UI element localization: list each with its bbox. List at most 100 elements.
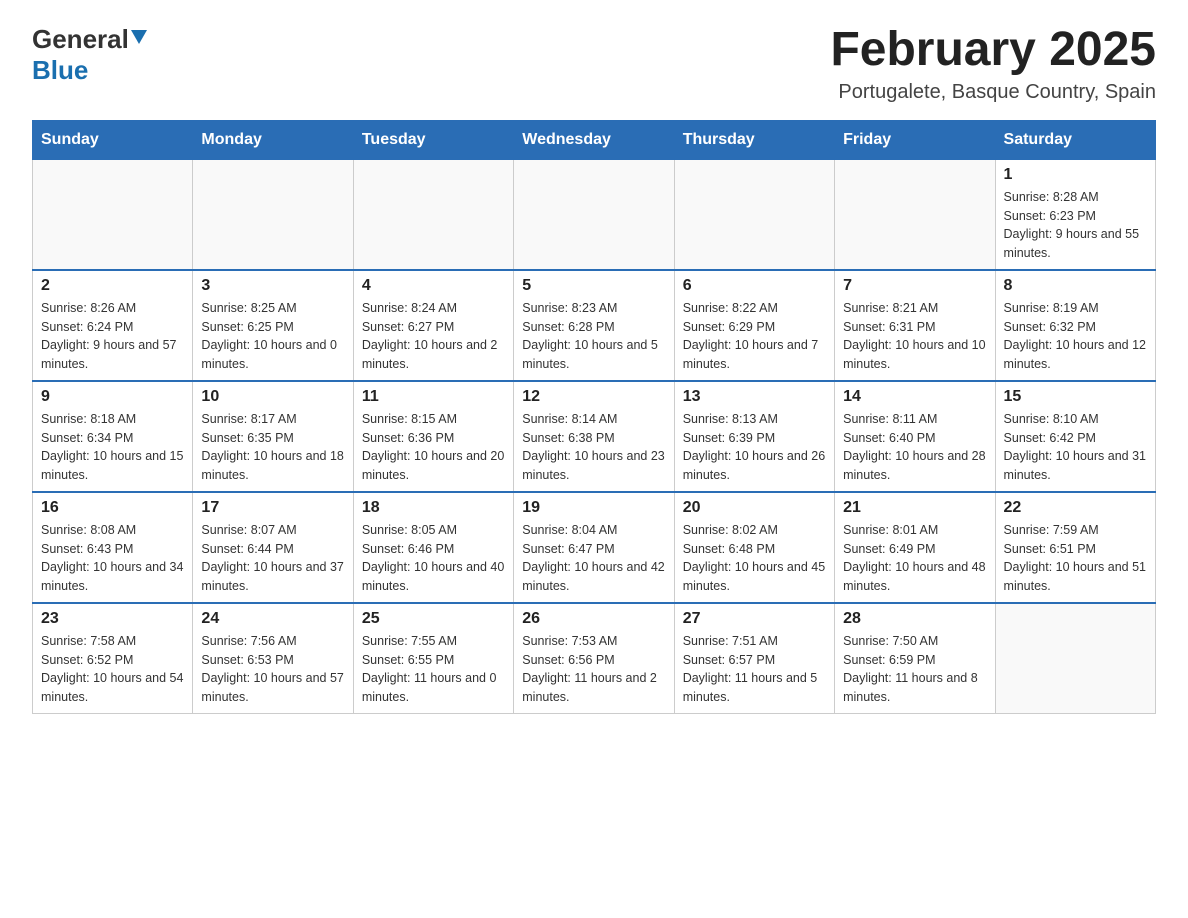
- day-info: Sunrise: 7:53 AMSunset: 6:56 PMDaylight:…: [522, 632, 665, 707]
- calendar-cell: 25Sunrise: 7:55 AMSunset: 6:55 PMDayligh…: [353, 603, 513, 714]
- title-section: February 2025 Portugalete, Basque Countr…: [830, 24, 1156, 104]
- calendar-cell: [835, 159, 995, 270]
- calendar-cell: 5 Sunrise: 8:23 AMSunset: 6:28 PMDaylight…: [514, 270, 674, 381]
- logo-blue-text: Blue: [32, 55, 88, 85]
- day-number: 5: [522, 277, 665, 295]
- day-number: 17: [201, 499, 344, 517]
- day-number: 21: [843, 499, 986, 517]
- day-number: 11: [362, 388, 505, 406]
- day-info: Sunrise: 8:26 AMSunset: 6:24 PMDaylight:…: [41, 299, 184, 374]
- calendar-cell: 7Sunrise: 8:21 AMSunset: 6:31 PMDaylight…: [835, 270, 995, 381]
- calendar-header-friday: Friday: [835, 120, 995, 159]
- day-number: 8: [1004, 277, 1147, 295]
- day-info: Sunrise: 8:02 AMSunset: 6:48 PMDaylight:…: [683, 521, 826, 596]
- day-info: Sunrise: 8:15 AMSunset: 6:36 PMDaylight:…: [362, 410, 505, 485]
- day-info: Sunrise: 8:08 AMSunset: 6:43 PMDaylight:…: [41, 521, 184, 596]
- day-info: Sunrise: 8:07 AMSunset: 6:44 PMDaylight:…: [201, 521, 344, 596]
- day-info: Sunrise: 8:10 AMSunset: 6:42 PMDaylight:…: [1004, 410, 1147, 485]
- calendar-cell: 19 Sunrise: 8:04 AMSunset: 6:47 PMDayligh…: [514, 492, 674, 603]
- day-number: 28: [843, 610, 986, 628]
- day-number: 14: [843, 388, 986, 406]
- calendar-cell: 12 Sunrise: 8:14 AMSunset: 6:38 PMDayligh…: [514, 381, 674, 492]
- location-text: Portugalete, Basque Country, Spain: [830, 81, 1156, 104]
- day-number: 18: [362, 499, 505, 517]
- calendar-cell: 6 Sunrise: 8:22 AMSunset: 6:29 PMDaylight…: [674, 270, 834, 381]
- calendar-cell: 21 Sunrise: 8:01 AMSunset: 6:49 PMDayligh…: [835, 492, 995, 603]
- day-number: 23: [41, 610, 184, 628]
- logo: General Blue: [32, 24, 147, 86]
- calendar-week-row-1: 2 Sunrise: 8:26 AMSunset: 6:24 PMDaylight…: [33, 270, 1156, 381]
- calendar-cell: 14 Sunrise: 8:11 AMSunset: 6:40 PMDayligh…: [835, 381, 995, 492]
- day-info: Sunrise: 8:18 AMSunset: 6:34 PMDaylight:…: [41, 410, 184, 485]
- calendar-header-monday: Monday: [193, 120, 353, 159]
- day-number: 6: [683, 277, 826, 295]
- calendar-week-row-2: 9 Sunrise: 8:18 AMSunset: 6:34 PMDaylight…: [33, 381, 1156, 492]
- day-number: 19: [522, 499, 665, 517]
- day-info: Sunrise: 8:17 AMSunset: 6:35 PMDaylight:…: [201, 410, 344, 485]
- day-info: Sunrise: 8:04 AMSunset: 6:47 PMDaylight:…: [522, 521, 665, 596]
- day-number: 9: [41, 388, 184, 406]
- calendar-cell: 3 Sunrise: 8:25 AMSunset: 6:25 PMDaylight…: [193, 270, 353, 381]
- day-number: 7: [843, 277, 986, 295]
- day-number: 2: [41, 277, 184, 295]
- day-number: 20: [683, 499, 826, 517]
- calendar-cell: 24 Sunrise: 7:56 AMSunset: 6:53 PMDayligh…: [193, 603, 353, 714]
- calendar-cell: 10 Sunrise: 8:17 AMSunset: 6:35 PMDayligh…: [193, 381, 353, 492]
- day-info: Sunrise: 8:25 AMSunset: 6:25 PMDaylight:…: [201, 299, 344, 374]
- day-number: 22: [1004, 499, 1147, 517]
- day-info: Sunrise: 8:22 AMSunset: 6:29 PMDaylight:…: [683, 299, 826, 374]
- day-info: Sunrise: 7:58 AMSunset: 6:52 PMDaylight:…: [41, 632, 184, 707]
- calendar-cell: [514, 159, 674, 270]
- calendar-cell: 11 Sunrise: 8:15 AMSunset: 6:36 PMDayligh…: [353, 381, 513, 492]
- calendar-cell: 4Sunrise: 8:24 AMSunset: 6:27 PMDaylight…: [353, 270, 513, 381]
- day-info: Sunrise: 8:24 AMSunset: 6:27 PMDaylight:…: [362, 299, 505, 374]
- page-header: General Blue February 2025 Portugalete, …: [32, 24, 1156, 104]
- day-number: 12: [522, 388, 665, 406]
- day-info: Sunrise: 7:50 AMSunset: 6:59 PMDaylight:…: [843, 632, 986, 707]
- calendar-cell: 8 Sunrise: 8:19 AMSunset: 6:32 PMDaylight…: [995, 270, 1155, 381]
- day-info: Sunrise: 8:05 AMSunset: 6:46 PMDaylight:…: [362, 521, 505, 596]
- day-info: Sunrise: 8:01 AMSunset: 6:49 PMDaylight:…: [843, 521, 986, 596]
- calendar-cell: 16 Sunrise: 8:08 AMSunset: 6:43 PMDayligh…: [33, 492, 193, 603]
- calendar-table: SundayMondayTuesdayWednesdayThursdayFrid…: [32, 120, 1156, 714]
- day-info: Sunrise: 8:11 AMSunset: 6:40 PMDaylight:…: [843, 410, 986, 485]
- calendar-cell: 18 Sunrise: 8:05 AMSunset: 6:46 PMDayligh…: [353, 492, 513, 603]
- calendar-cell: 23 Sunrise: 7:58 AMSunset: 6:52 PMDayligh…: [33, 603, 193, 714]
- day-number: 3: [201, 277, 344, 295]
- day-info: Sunrise: 8:19 AMSunset: 6:32 PMDaylight:…: [1004, 299, 1147, 374]
- calendar-cell: 15 Sunrise: 8:10 AMSunset: 6:42 PMDayligh…: [995, 381, 1155, 492]
- calendar-cell: 9 Sunrise: 8:18 AMSunset: 6:34 PMDaylight…: [33, 381, 193, 492]
- calendar-week-row-3: 16 Sunrise: 8:08 AMSunset: 6:43 PMDayligh…: [33, 492, 1156, 603]
- calendar-cell: 26Sunrise: 7:53 AMSunset: 6:56 PMDayligh…: [514, 603, 674, 714]
- calendar-header-tuesday: Tuesday: [353, 120, 513, 159]
- day-number: 1: [1004, 166, 1147, 184]
- day-info: Sunrise: 7:59 AMSunset: 6:51 PMDaylight:…: [1004, 521, 1147, 596]
- calendar-cell: 28 Sunrise: 7:50 AMSunset: 6:59 PMDayligh…: [835, 603, 995, 714]
- day-info: Sunrise: 7:51 AMSunset: 6:57 PMDaylight:…: [683, 632, 826, 707]
- calendar-week-row-4: 23 Sunrise: 7:58 AMSunset: 6:52 PMDayligh…: [33, 603, 1156, 714]
- month-title: February 2025: [830, 24, 1156, 77]
- day-info: Sunrise: 8:13 AMSunset: 6:39 PMDaylight:…: [683, 410, 826, 485]
- day-info: Sunrise: 8:23 AMSunset: 6:28 PMDaylight:…: [522, 299, 665, 374]
- calendar-cell: 27Sunrise: 7:51 AMSunset: 6:57 PMDayligh…: [674, 603, 834, 714]
- day-number: 16: [41, 499, 184, 517]
- day-number: 15: [1004, 388, 1147, 406]
- calendar-cell: [33, 159, 193, 270]
- calendar-cell: [353, 159, 513, 270]
- calendar-week-row-0: 1 Sunrise: 8:28 AMSunset: 6:23 PMDaylight…: [33, 159, 1156, 270]
- calendar-cell: 1 Sunrise: 8:28 AMSunset: 6:23 PMDaylight…: [995, 159, 1155, 270]
- day-info: Sunrise: 8:14 AMSunset: 6:38 PMDaylight:…: [522, 410, 665, 485]
- day-info: Sunrise: 7:56 AMSunset: 6:53 PMDaylight:…: [201, 632, 344, 707]
- calendar-header-saturday: Saturday: [995, 120, 1155, 159]
- logo-general-text: General: [32, 24, 129, 55]
- calendar-cell: [674, 159, 834, 270]
- calendar-header-thursday: Thursday: [674, 120, 834, 159]
- calendar-cell: 22 Sunrise: 7:59 AMSunset: 6:51 PMDayligh…: [995, 492, 1155, 603]
- calendar-cell: 2 Sunrise: 8:26 AMSunset: 6:24 PMDaylight…: [33, 270, 193, 381]
- day-info: Sunrise: 8:28 AMSunset: 6:23 PMDaylight:…: [1004, 188, 1147, 263]
- calendar-cell: [995, 603, 1155, 714]
- logo-arrow-icon: [131, 30, 147, 51]
- day-number: 10: [201, 388, 344, 406]
- day-number: 13: [683, 388, 826, 406]
- day-number: 24: [201, 610, 344, 628]
